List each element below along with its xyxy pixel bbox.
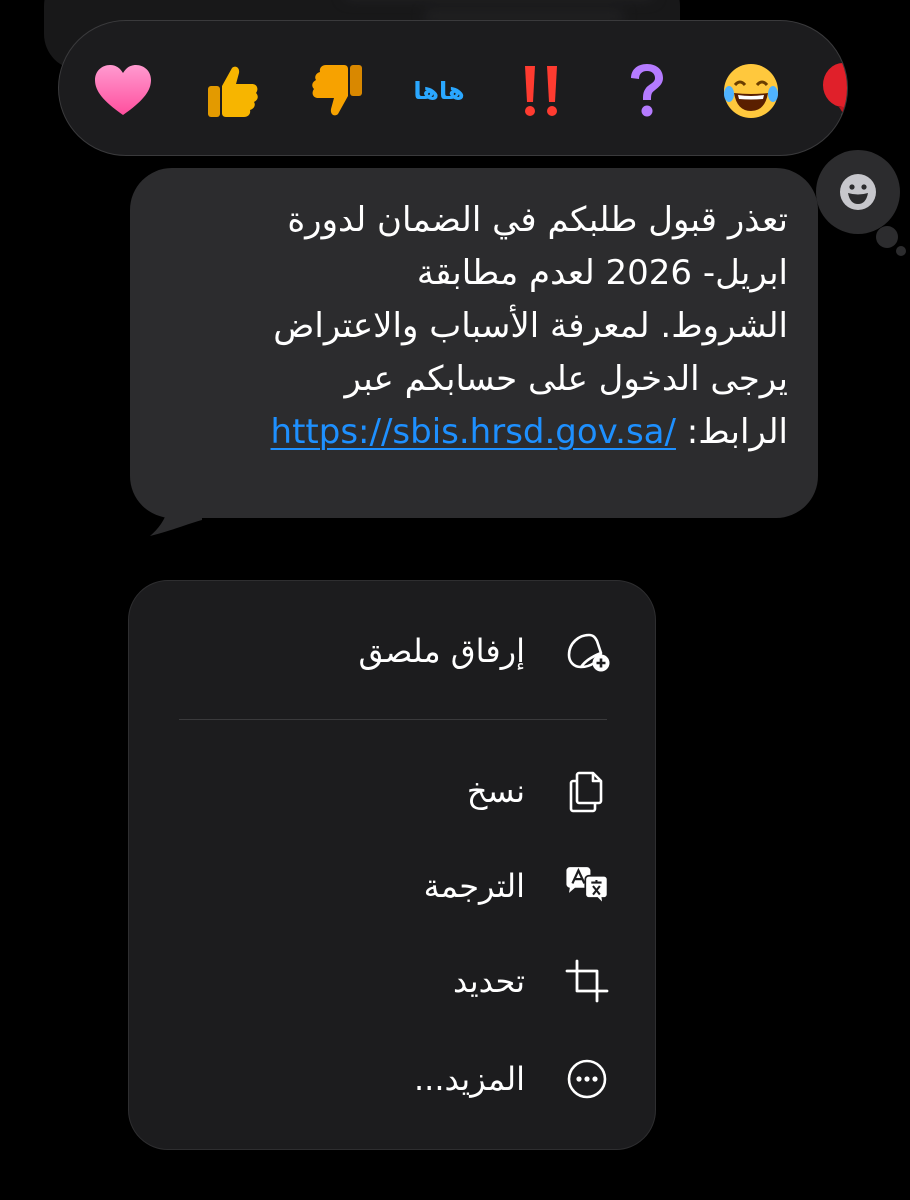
message-context-menu: إرفاق ملصق نسخ الترجمة تحديد المزيد... — [128, 580, 656, 1150]
menu-divider — [179, 719, 607, 720]
menu-item-attach-sticker[interactable]: إرفاق ملصق — [129, 611, 657, 691]
crop-select-icon — [563, 959, 611, 1003]
laughing-face-icon — [724, 64, 778, 118]
copy-icon — [563, 769, 611, 813]
message-text: تعذر قبول طلبكم في الضمان لدورة ابريل- 2… — [148, 194, 788, 459]
haha-label: هاها — [413, 77, 465, 105]
tapback-reaction-bar: هاها — [58, 20, 848, 156]
reaction-laughing[interactable] — [719, 61, 783, 121]
message-link[interactable]: https://sbis.hrsd.gov.sa/ — [271, 412, 676, 452]
reaction-heart[interactable] — [91, 61, 155, 121]
question-icon — [631, 64, 663, 117]
reaction-question[interactable] — [615, 61, 679, 121]
menu-item-copy[interactable]: نسخ — [129, 751, 657, 831]
red-balloon-icon — [823, 63, 847, 121]
reaction-balloon[interactable] — [811, 61, 847, 121]
message-line: ابريل- 2026 لعدم مطابقة — [416, 253, 788, 293]
menu-item-more[interactable]: المزيد... — [129, 1039, 657, 1119]
heart-icon — [95, 65, 151, 115]
reaction-thumbs-up[interactable] — [199, 61, 263, 121]
add-emoji-reaction-button[interactable] — [816, 150, 900, 234]
message-line-with-link: الرابط: https://sbis.hrsd.gov.sa/ — [148, 406, 788, 459]
menu-item-select[interactable]: تحديد — [129, 941, 657, 1021]
menu-item-label: المزيد... — [413, 1060, 525, 1098]
smiley-face-icon — [840, 174, 876, 210]
emoji-button-tail — [896, 246, 906, 256]
menu-item-label: إرفاق ملصق — [358, 632, 525, 670]
double-exclamation-icon — [525, 66, 557, 116]
reaction-thumbs-down[interactable] — [307, 61, 371, 121]
menu-item-translate[interactable]: الترجمة — [129, 846, 657, 926]
menu-item-label: الترجمة — [423, 867, 525, 905]
reaction-emphasize[interactable] — [509, 61, 573, 121]
translate-icon — [563, 864, 611, 908]
message-line: تعذر قبول طلبكم في الضمان لدورة — [287, 200, 788, 240]
received-message-bubble[interactable]: تعذر قبول طلبكم في الضمان لدورة ابريل- 2… — [130, 168, 818, 518]
thumbs-up-icon — [208, 66, 258, 117]
message-line: الشروط. لمعرفة الأسباب والاعتراض — [273, 306, 788, 346]
emoji-button-tail — [876, 226, 898, 248]
link-prefix: الرابط: — [675, 412, 788, 452]
sticker-add-icon — [563, 629, 611, 673]
message-line: يرجى الدخول على حسابكم عبر — [344, 359, 788, 399]
thumbs-down-icon — [312, 65, 362, 116]
menu-item-label: تحديد — [452, 962, 525, 1000]
more-ellipsis-icon — [563, 1057, 611, 1101]
menu-item-label: نسخ — [466, 772, 525, 810]
reaction-haha[interactable]: هاها — [407, 61, 471, 121]
